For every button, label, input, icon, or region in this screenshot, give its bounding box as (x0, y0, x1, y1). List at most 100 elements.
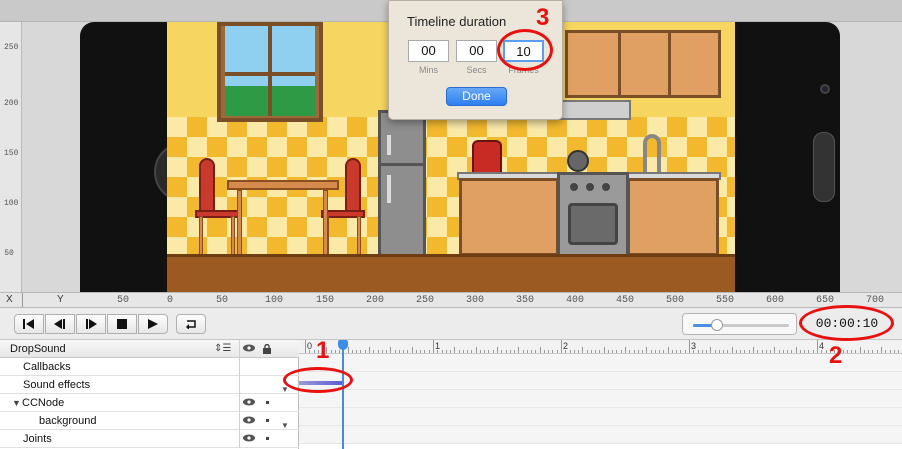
secs-field[interactable]: 00 (456, 40, 497, 62)
timeline-tick (479, 350, 481, 353)
timeline-ruler-label: 1 (435, 341, 441, 351)
stop-button[interactable] (107, 314, 137, 334)
timeline-tick (663, 350, 665, 353)
timeline-tick (646, 347, 648, 353)
lock-toggle[interactable] (266, 437, 269, 440)
timeline-tick (569, 350, 571, 353)
timeline-tick (450, 350, 452, 353)
timeline-tick (791, 350, 793, 353)
timeline-tick (514, 350, 516, 353)
timeline-tick (799, 350, 801, 353)
mins-field[interactable]: 00 (408, 40, 449, 62)
timeline-tick (424, 350, 426, 353)
timeline-ruler: 0 1 2 3 4 (299, 340, 902, 354)
timeline-tick (650, 350, 652, 353)
timeline-tick (305, 340, 306, 353)
timeline-tick (441, 350, 443, 353)
stove (557, 172, 629, 258)
timeline-row[interactable]: Sound effects ▼ (0, 376, 299, 394)
timeline-tick (782, 350, 784, 353)
done-button[interactable]: Done (446, 87, 507, 106)
timeline-zoom-slider[interactable] (682, 313, 797, 335)
timeline-tick (723, 350, 725, 353)
timeline-tick (676, 350, 678, 353)
play-button[interactable] (138, 314, 168, 334)
annotation-number-2: 2 (829, 342, 843, 369)
timeline-tick (787, 350, 789, 353)
timeline-tick (586, 350, 588, 353)
timeline-tick (351, 350, 353, 353)
timeline-tick (467, 350, 469, 353)
playhead[interactable] (342, 340, 344, 449)
jump-to-start-button[interactable] (14, 314, 44, 334)
h-ruler-label: 350 (516, 295, 535, 306)
step-back-button[interactable] (45, 314, 75, 334)
timeline-tick (377, 350, 379, 353)
timeline-row[interactable]: Callbacks (0, 358, 299, 376)
camera-graphic (820, 84, 830, 94)
timeline-tick (710, 347, 712, 353)
floor (167, 254, 735, 292)
timeline-row[interactable]: background ▼ (0, 412, 299, 430)
timeline-tick (642, 350, 644, 353)
window-graphic (217, 22, 323, 122)
timeline-tick (898, 350, 900, 353)
timeline-tick (761, 350, 763, 353)
vertical-ruler: 250 200 150 100 50 (0, 22, 22, 292)
timeline-tick (757, 350, 759, 353)
upper-cabinets (565, 30, 721, 98)
skip-back-icon (23, 319, 34, 329)
timeline-tick (748, 350, 750, 353)
mins-label: Mins (418, 65, 438, 75)
timeline-tick (403, 350, 405, 353)
timeline-row[interactable]: Joints (0, 430, 299, 448)
timeline-tick (390, 347, 392, 353)
timeline-tick (531, 350, 533, 353)
sequence-menu-icon[interactable]: ⇕☰ (214, 340, 231, 358)
timeline-tick (740, 350, 742, 353)
timeline-tick (573, 350, 575, 353)
timeline-tick (825, 350, 827, 353)
timeline-tick (765, 350, 767, 353)
h-ruler-label: 400 (566, 295, 585, 306)
timeline-row-label: Callbacks (23, 361, 71, 373)
h-ruler-label: 650 (816, 295, 835, 306)
x-axis-label: X (6, 294, 13, 305)
playhead-handle[interactable] (338, 340, 348, 350)
timeline-tick (330, 350, 332, 353)
timeline-tick (364, 350, 366, 353)
timeline-tick (347, 347, 349, 353)
v-ruler-label: 150 (4, 149, 19, 158)
eye-icon (243, 344, 255, 352)
timeline-tick (731, 347, 733, 353)
timeline-tick (433, 340, 434, 353)
sequence-selector[interactable]: DropSound ⇕☰ (0, 340, 299, 358)
eye-icon[interactable] (243, 416, 255, 424)
timeline-tick (556, 350, 558, 353)
slider-knob[interactable] (711, 319, 723, 331)
faucet (643, 134, 661, 172)
timeline-row[interactable]: ▼ CCNode (0, 394, 299, 412)
h-ruler-label: 100 (265, 295, 284, 306)
step-forward-button[interactable] (76, 314, 106, 334)
eye-icon[interactable] (243, 398, 255, 406)
timeline-tick (616, 350, 618, 353)
loop-button[interactable] (176, 314, 206, 334)
timeline-ruler-label: 0 (307, 341, 313, 351)
timeline-tick (684, 350, 686, 353)
expand-triangle-icon[interactable]: ▼ (12, 394, 21, 412)
timeline-track-area[interactable]: 01234 (299, 340, 902, 449)
eye-icon[interactable] (243, 434, 255, 442)
playback-toolbar: 00:00:10 (0, 308, 902, 340)
table (227, 180, 339, 260)
timeline-node-list: DropSound ⇕☰ Callbacks Sound effects ▼ ▼ CCN… (0, 340, 299, 449)
lock-toggle[interactable] (266, 401, 269, 404)
lock-toggle[interactable] (266, 419, 269, 422)
timeline-panel: DropSound ⇕☰ Callbacks Sound effects ▼ ▼ CCN… (0, 340, 902, 449)
timeline-tick (595, 350, 597, 353)
secs-label: Secs (466, 65, 487, 75)
timeline-row-label: CCNode (22, 397, 65, 409)
timeline-tick (744, 350, 746, 353)
timeline-tick (701, 350, 703, 353)
timeline-tick (381, 350, 383, 353)
